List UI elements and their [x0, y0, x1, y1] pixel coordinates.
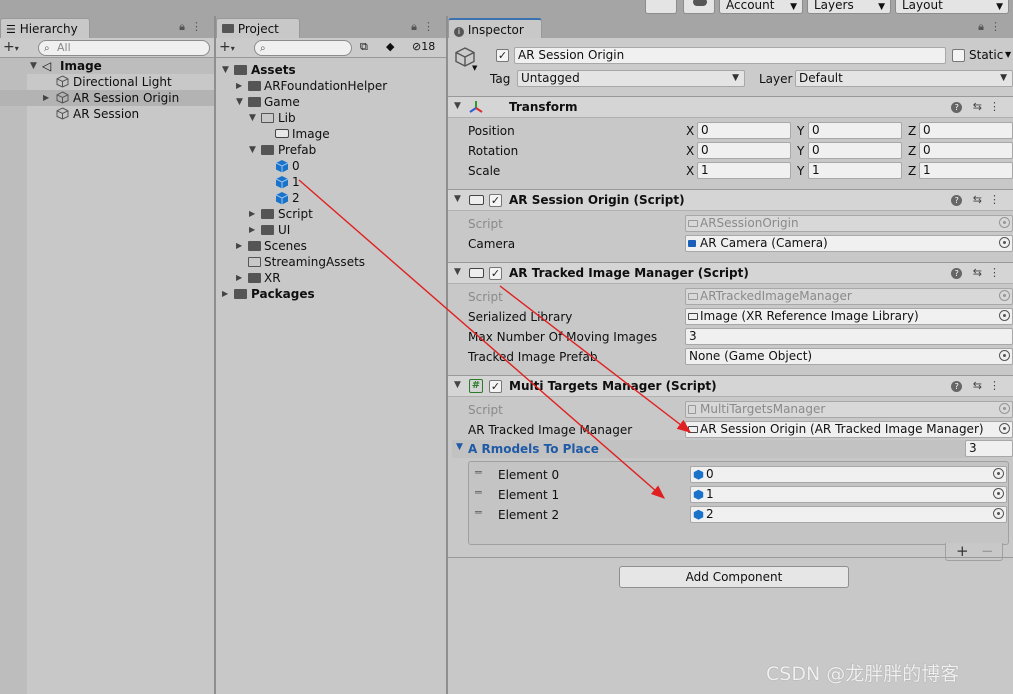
annotation-arrow	[499, 285, 692, 433]
watermark-text: CSDN @龙胖胖的博客	[766, 663, 960, 685]
annotation-overlay	[298, 179, 692, 499]
annotation-arrow	[298, 179, 666, 499]
